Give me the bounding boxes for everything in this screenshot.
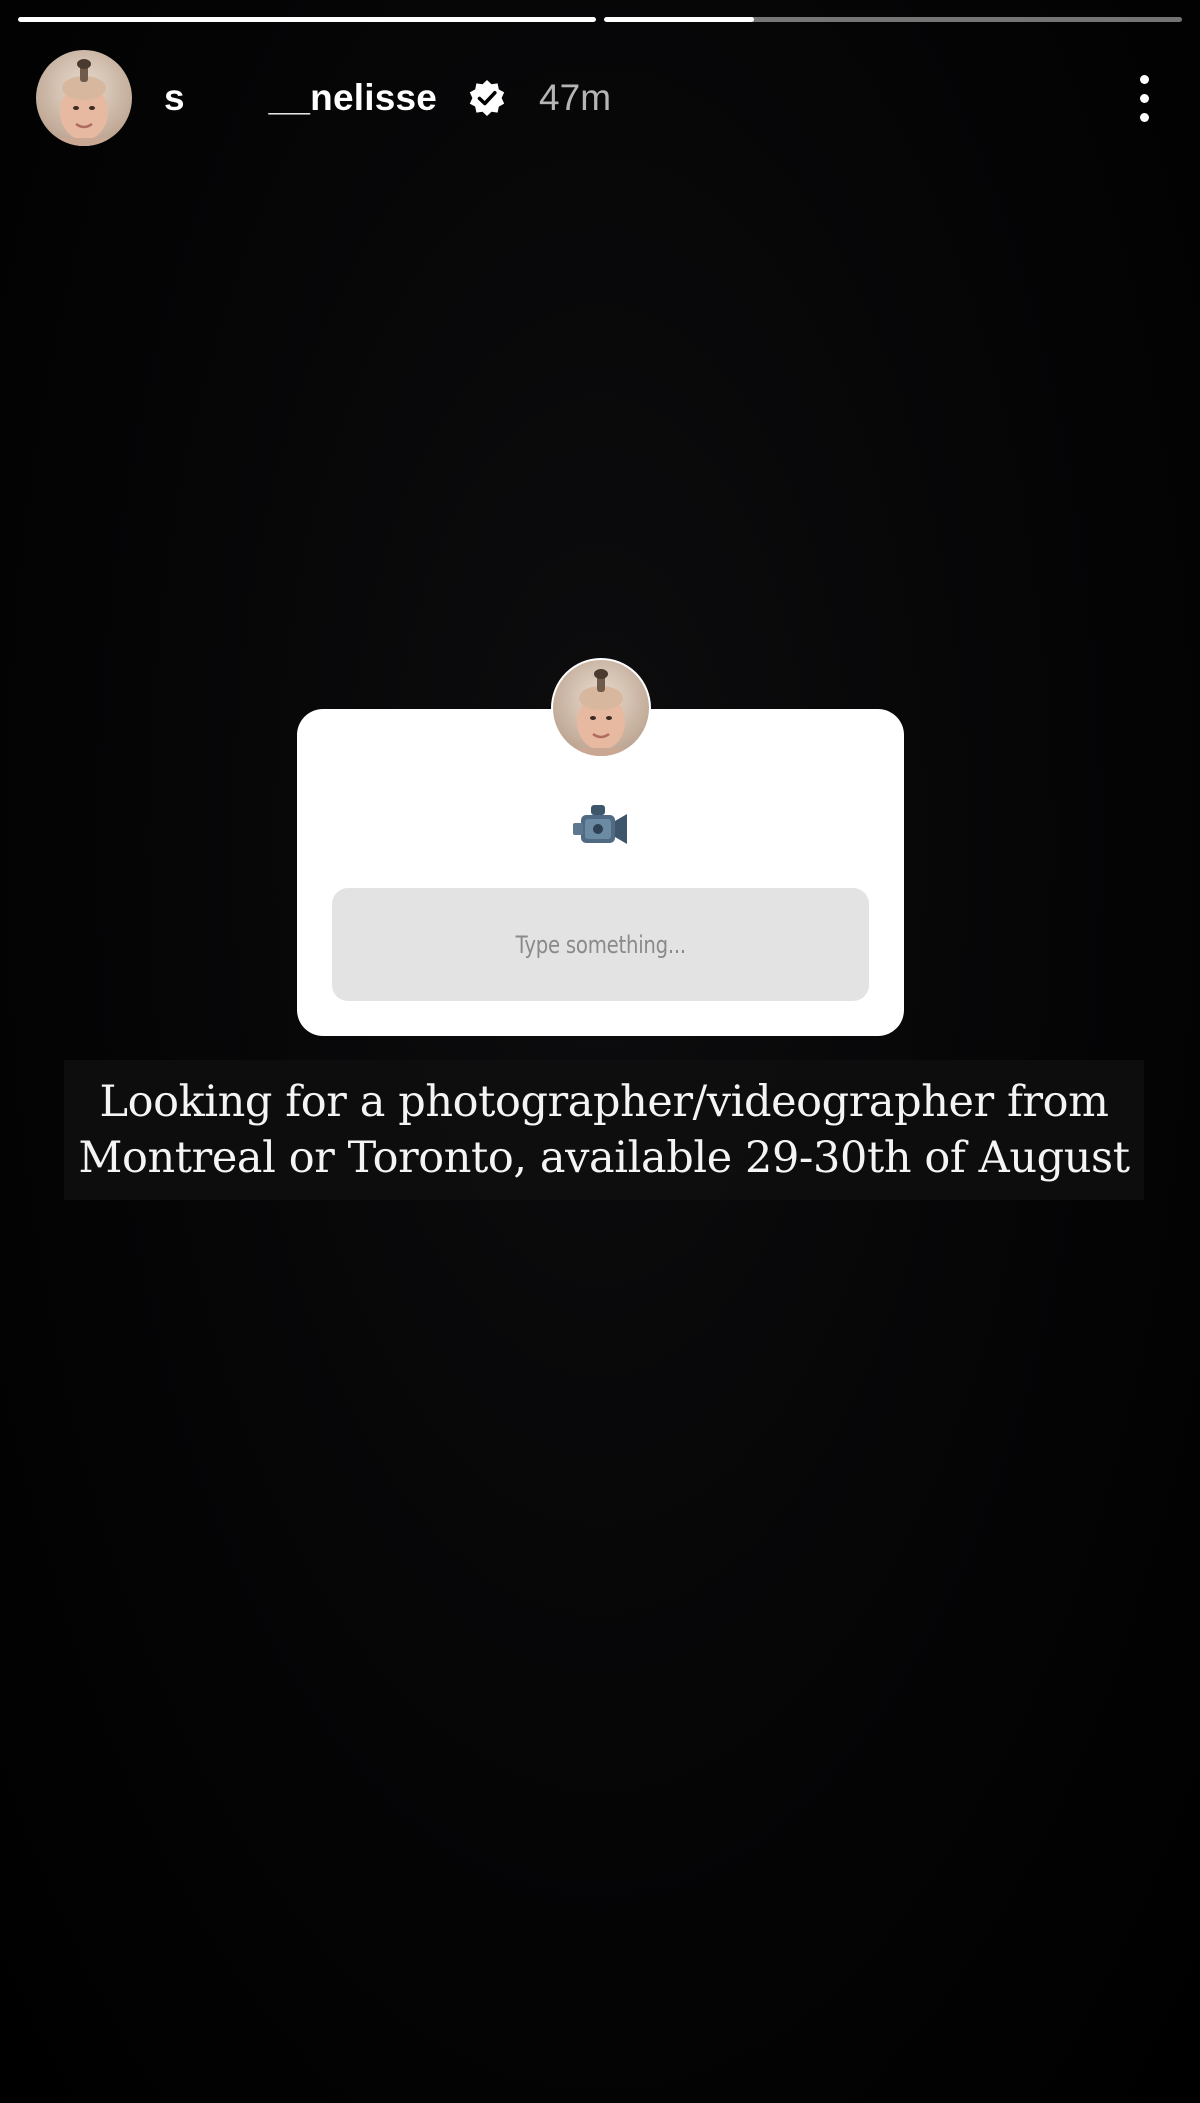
avatar-image [36,50,132,146]
username[interactable]: s __nelisse [164,77,437,119]
post-time: 47m [539,77,612,118]
more-dot [1139,93,1149,103]
progress-segment [604,17,1182,22]
video-camera-icon-graphic [572,805,627,844]
more-dot [1139,74,1149,84]
more-vertical-icon[interactable] [1124,68,1164,128]
caption-line-2: Montreal or Toronto, available 29-30th o… [78,1133,1130,1183]
caption-line-1: Looking for a photographer/videographer … [99,1077,1109,1127]
story-progress-bar [18,17,1182,22]
story-viewer[interactable]: s __nelisse 47m Type something... Lookin… [0,0,1200,2103]
avatar[interactable] [36,50,132,146]
progress-segment-fill [604,17,755,22]
sticker-avatar-image [553,660,649,756]
more-dot [1139,112,1149,122]
video-camera-icon [297,797,904,857]
question-response-input[interactable]: Type something... [332,888,869,1001]
verified-badge-icon [469,80,505,116]
question-sticker[interactable]: Type something... [297,709,904,1036]
sticker-avatar [551,658,651,758]
story-header: s __nelisse 47m [36,50,1164,146]
story-caption: Looking for a photographer/videographer … [64,1060,1144,1200]
input-placeholder: Type something... [515,930,686,959]
progress-segment-fill [18,17,596,22]
progress-segment [18,17,596,22]
